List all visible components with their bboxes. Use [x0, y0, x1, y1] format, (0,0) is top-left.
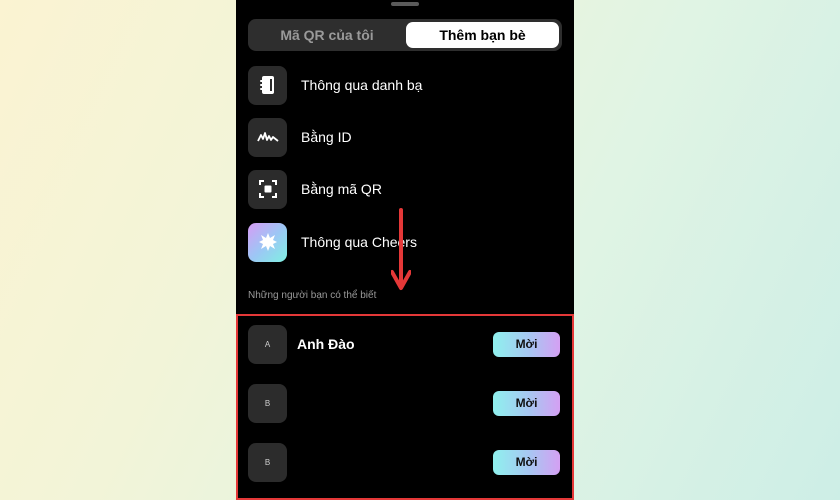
- sheet-grabber[interactable]: [391, 2, 419, 6]
- id-signature-icon: [248, 117, 287, 157]
- annotation-highlight-box: [236, 314, 574, 500]
- suggestions-title: Những người bạn có thể biết: [248, 290, 377, 301]
- tab-my-qr[interactable]: Mã QR của tôi: [251, 22, 403, 48]
- tab-add-friends[interactable]: Thêm bạn bè: [406, 22, 559, 48]
- segmented-tabs: Mã QR của tôi Thêm bạn bè: [248, 19, 562, 51]
- method-qr[interactable]: Bằng mã QR: [248, 169, 562, 209]
- method-contacts[interactable]: Thông qua danh bạ: [248, 65, 562, 105]
- qr-scan-icon: [248, 169, 287, 209]
- method-id[interactable]: Bằng ID: [248, 117, 562, 157]
- contacts-book-icon: [248, 65, 287, 105]
- cheers-badge-icon: [248, 222, 287, 262]
- annotation-arrow-icon: [391, 208, 411, 290]
- method-label: Bằng ID: [301, 129, 352, 145]
- method-label: Bằng mã QR: [301, 181, 382, 197]
- method-label: Thông qua danh bạ: [301, 77, 423, 93]
